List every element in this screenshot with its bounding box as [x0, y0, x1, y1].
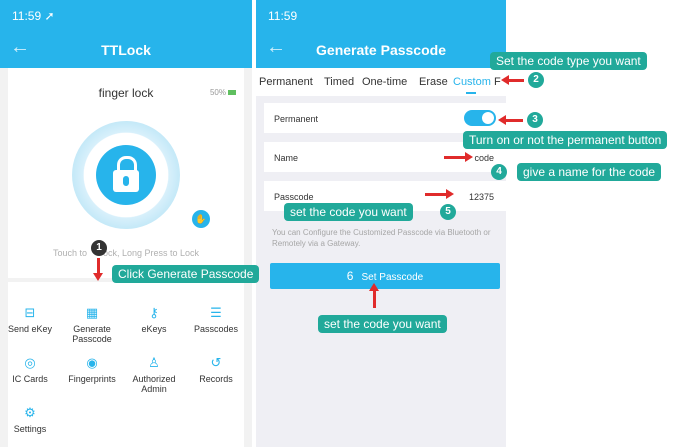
tab-permanent[interactable]: Permanent [259, 76, 313, 88]
step-2-arrow [501, 75, 524, 85]
passcode-type-tabs: Permanent Timed One-time Erase Custom F [256, 68, 506, 96]
status-bar: 11:59 [256, 0, 506, 30]
send-ekey-icon: ⊟ [24, 305, 36, 320]
battery-icon [228, 90, 236, 96]
tab-erase[interactable]: Erase [419, 76, 448, 88]
remote-unlock-icon[interactable]: ✋ [192, 210, 210, 228]
nav-bar: ← TTLock [0, 30, 252, 68]
tab-more[interactable]: F [494, 76, 501, 88]
unlock-hint: Touch to ock, Long Press to Lock [8, 248, 244, 258]
ttlock-main-screen: 11:59 ➚ ← TTLock finger lock 50% ✋ Touch… [0, 0, 252, 447]
menu-item-records[interactable]: ↺ Records [186, 355, 246, 385]
battery-level: 50% [209, 88, 226, 97]
set-passcode-button[interactable]: 6 Set Passcode [270, 263, 500, 289]
callout-step-6: set the code you want [318, 315, 447, 333]
page-title: TTLock [101, 42, 151, 58]
menu-item-settings[interactable]: ⚙ Settings [0, 405, 60, 435]
nav-bar: ← Generate Passcode [256, 30, 506, 68]
lock-name: finger lock [98, 86, 154, 100]
menu-item-generate-passcode[interactable]: ▦ Generate Passcode [52, 305, 132, 345]
hint-prefix: Touch to [52, 248, 87, 258]
settings-icon: ⚙ [24, 405, 36, 420]
permanent-label: Permanent [274, 114, 319, 124]
step-4-badge: 4 [491, 164, 507, 180]
step-2-badge: 2 [528, 72, 544, 88]
page-title: Generate Passcode [316, 42, 446, 58]
battery-indicator: 50% [210, 88, 236, 97]
padlock-icon [96, 145, 156, 205]
lock-card: finger lock 50% ✋ Touch to ock, Long Pres… [8, 68, 244, 278]
step-4-arrow [444, 152, 473, 162]
passcodes-icon: ☰ [210, 305, 222, 320]
tab-custom[interactable]: Custom [453, 76, 491, 88]
info-text: You can Configure the Customized Passcod… [272, 228, 491, 248]
step-1-badge: 1 [91, 240, 107, 256]
records-icon: ↺ [210, 355, 222, 370]
step-1-arrow [93, 258, 103, 281]
status-time: 11:59 ➚ [12, 9, 55, 23]
unlock-button[interactable] [72, 121, 180, 229]
generate-passcode-screen: 11:59 ← Generate Passcode Permanent Time… [256, 0, 506, 447]
name-field[interactable]: code [474, 153, 494, 163]
callout-step-1: Click Generate Passcode [112, 265, 260, 283]
menu-item-ekeys[interactable]: ⚷ eKeys [124, 305, 184, 335]
fingerprint-icon: ◉ [86, 355, 98, 370]
set-passcode-label: Set Passcode [361, 272, 424, 283]
menu-item-send-ekey[interactable]: ⊟ Send eKey [0, 305, 60, 335]
hint-suffix: ock, Long Press to Lock [102, 248, 200, 258]
passcode-field[interactable]: 12375 [469, 192, 494, 202]
callout-step-3: Turn on or not the permanent button [463, 131, 668, 149]
button-step-number: 6 [346, 269, 354, 283]
menu-item-fingerprints[interactable]: ◉ Fingerprints [62, 355, 122, 385]
status-bar: 11:59 ➚ [0, 0, 252, 30]
callout-step-5: set the code you want [284, 203, 413, 221]
tab-one-time[interactable]: One-time [362, 76, 407, 88]
callout-step-2: Set the code type you want [490, 52, 647, 70]
menu-item-authorized-admin[interactable]: ♙ Authorized Admin [124, 355, 184, 395]
menu-item-ic-cards[interactable]: ◎ IC Cards [0, 355, 60, 385]
active-tab-indicator [466, 92, 476, 94]
name-label: Name [274, 153, 299, 163]
step-5-badge: 5 [440, 204, 456, 220]
permanent-row: Permanent [264, 103, 506, 133]
ekeys-icon: ⚷ [149, 305, 159, 320]
step-3-badge: 3 [527, 112, 543, 128]
tab-timed[interactable]: Timed [324, 76, 354, 88]
generate-passcode-icon: ▦ [85, 305, 99, 320]
step-5-arrow [425, 189, 454, 199]
menu-item-passcodes[interactable]: ☰ Passcodes [186, 305, 246, 335]
permanent-toggle[interactable] [464, 110, 496, 126]
admin-icon: ♙ [148, 355, 160, 370]
step-6-arrow [369, 283, 379, 308]
callout-step-4: give a name for the code [517, 163, 662, 181]
status-time: 11:59 [268, 9, 298, 23]
passcode-label: Passcode [274, 192, 314, 202]
feature-menu: ⊟ Send eKey ▦ Generate Passcode ⚷ eKeys ☰ Pa… [8, 282, 244, 447]
ic-card-icon: ◎ [24, 355, 36, 370]
step-3-arrow [498, 115, 523, 125]
